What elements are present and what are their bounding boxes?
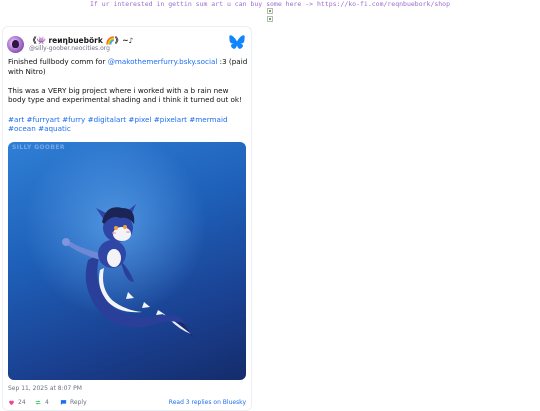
post-timestamp[interactable]: Sep 11, 2025 at 8:07 PM [8, 385, 82, 392]
hashtag-list: #art #furryart #furry #digitalart #pixel… [8, 115, 248, 134]
post-paragraph: Finished fullbody comm for @makothemerfu… [8, 57, 248, 76]
post-header: 《👾 reиηbuebörk 🌈》~♪ @silly-goober.neocit… [7, 34, 245, 56]
author-handle[interactable]: @silly-goober.neocities.org [29, 45, 110, 52]
post-text-prefix: Finished fullbody comm for [8, 57, 108, 66]
hashtag-link[interactable]: #digitalart [88, 115, 127, 124]
hashtag-link[interactable]: #pixelart [154, 115, 187, 124]
post-actions: 24 4 Reply Read 3 replies on Bluesky [8, 399, 248, 409]
bluesky-post-embed[interactable]: 《👾 reиηbuebörk 🌈》~♪ @silly-goober.neocit… [2, 26, 252, 411]
mention-link[interactable]: @makothemerfurry.bsky.social [108, 57, 218, 66]
post-body: Finished fullbody comm for @makothemerfu… [8, 57, 248, 134]
broken-image-icon [267, 16, 273, 22]
hashtag-link[interactable]: #art [8, 115, 24, 124]
hashtag-link[interactable]: #ocean [8, 124, 36, 133]
mermaid-character-illustration [62, 204, 198, 338]
hashtag-link[interactable]: #pixel [128, 115, 151, 124]
post-image[interactable]: SILLY GOOBER [8, 142, 246, 380]
hashtag-link[interactable]: #mermaid [189, 115, 227, 124]
hashtag-link[interactable]: #furry [62, 115, 85, 124]
hashtag-link[interactable]: #furryart [27, 115, 60, 124]
hashtag-link[interactable]: #aquatic [38, 124, 71, 133]
post-paragraph: This was a VERY big project where i work… [8, 85, 242, 105]
avatar[interactable] [7, 36, 24, 53]
broken-image-icon [267, 8, 273, 14]
bluesky-butterfly-icon[interactable] [229, 35, 245, 49]
kofi-banner: If ur interested in gettin sum art u can… [89, 0, 451, 8]
